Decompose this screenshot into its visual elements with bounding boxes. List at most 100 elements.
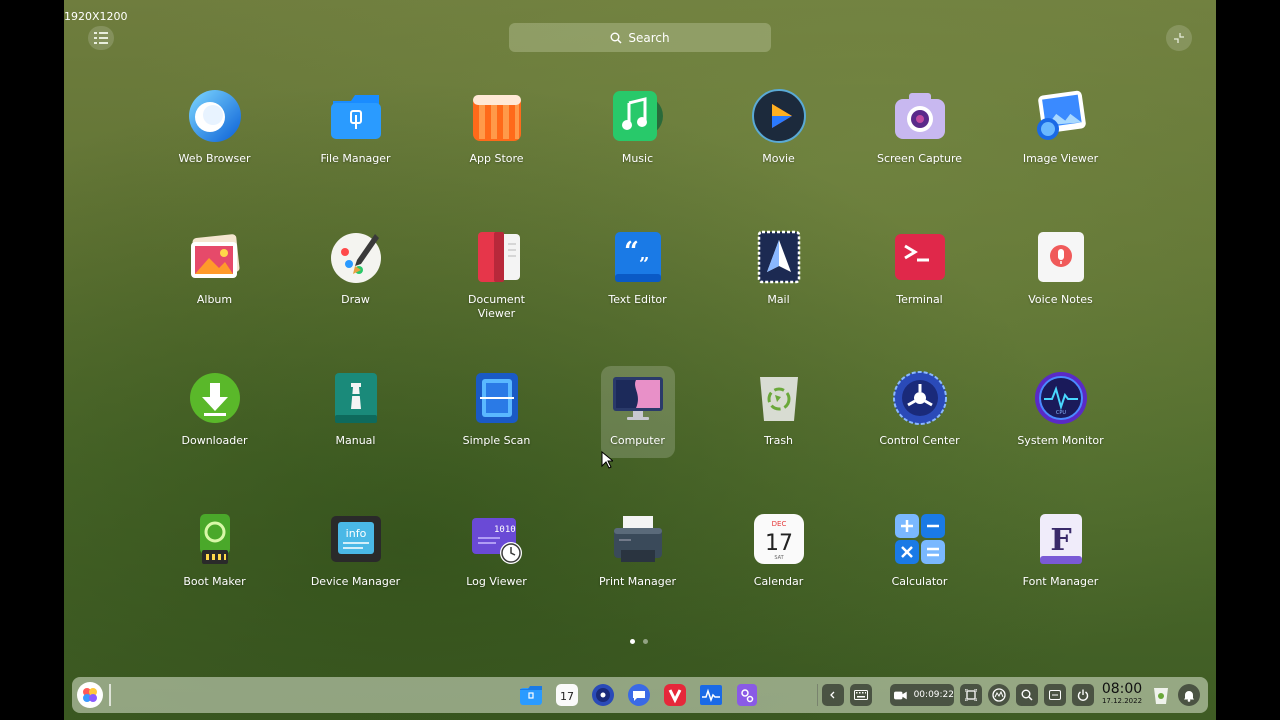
app-font-manager[interactable]: F Font Manager [990, 505, 1131, 646]
control-center-icon [892, 370, 948, 426]
page-dot-1[interactable] [630, 639, 635, 644]
search-box[interactable]: Search [509, 23, 771, 52]
draw-icon [328, 229, 384, 285]
recording-time: 00:09:22 [913, 690, 954, 700]
notification-button[interactable] [1178, 684, 1200, 706]
screenshot-button[interactable] [960, 684, 982, 706]
app-label: Downloader [181, 434, 248, 447]
app-image-viewer[interactable]: Image Viewer [990, 82, 1131, 223]
collapse-tray-button[interactable] [822, 684, 844, 706]
launcher-button[interactable] [77, 682, 103, 708]
system-monitor-icon: CPU [1033, 370, 1089, 426]
launcher-icon [83, 688, 97, 702]
downloader-icon [187, 370, 243, 426]
screen-capture-icon [892, 88, 948, 144]
collapse-icon [1174, 33, 1184, 43]
app-terminal[interactable]: Terminal [849, 223, 990, 364]
simple-scan-icon [469, 370, 525, 426]
app-document-viewer[interactable]: Document Viewer [426, 223, 567, 364]
app-file-manager[interactable]: File Manager [285, 82, 426, 223]
dock-settings[interactable] [734, 682, 760, 708]
print-manager-icon [610, 511, 666, 567]
app-simple-scan[interactable]: Simple Scan [426, 364, 567, 505]
app-app-store[interactable]: App Store [426, 82, 567, 223]
power-icon [1077, 689, 1089, 701]
music-icon [610, 88, 666, 144]
dock-control-center[interactable] [590, 682, 616, 708]
multitask-icon [1049, 690, 1061, 700]
vivaldi-icon [664, 684, 686, 706]
datetime-widget[interactable]: 08:00 17.12.2022 [1098, 682, 1146, 706]
app-screen-capture[interactable]: Screen Capture [849, 82, 990, 223]
file-manager-icon [328, 88, 384, 144]
app-web-browser[interactable]: Web Browser [144, 82, 285, 223]
app-voice-notes[interactable]: Voice Notes [990, 223, 1131, 364]
system-monitor-icon [700, 685, 722, 705]
app-music[interactable]: Music [567, 82, 708, 223]
app-calendar[interactable]: DEC 17 SAT Calendar [708, 505, 849, 646]
screenshot-icon [965, 689, 977, 701]
svg-text:”: ” [639, 254, 649, 275]
dock-system-monitor[interactable] [698, 682, 724, 708]
app-computer[interactable]: Computer [567, 364, 708, 505]
app-device-manager[interactable]: info Device Manager [285, 505, 426, 646]
dock-calendar[interactable]: 17 [554, 682, 580, 708]
app-system-monitor[interactable]: CPU System Monitor [990, 364, 1131, 505]
keyboard-button[interactable] [850, 684, 872, 706]
app-control-center[interactable]: Control Center [849, 364, 990, 505]
app-mail[interactable]: Mail [708, 223, 849, 364]
app-movie[interactable]: Movie [708, 82, 849, 223]
app-grid: Web Browser File Manager App Store Music… [144, 82, 1131, 646]
resolution-label: 1920X1200 [64, 10, 128, 23]
app-label: Calculator [891, 575, 948, 588]
app-downloader[interactable]: Downloader [144, 364, 285, 505]
control-center-icon [592, 684, 614, 706]
taskbar-separator [817, 684, 818, 706]
launcher-fullscreen: 1920X1200 Search Web Browser File Manage… [64, 0, 1216, 720]
app-label: Print Manager [598, 575, 677, 588]
screen-recording-indicator[interactable]: 00:09:22 [890, 684, 954, 706]
app-album[interactable]: Album [144, 223, 285, 364]
app-label: Trash [763, 434, 794, 447]
grand-search-button[interactable] [988, 684, 1010, 706]
dock-vivaldi[interactable] [662, 682, 688, 708]
app-text-editor[interactable]: “” Text Editor [567, 223, 708, 364]
trash-icon [751, 370, 807, 426]
app-label: Music [621, 152, 654, 165]
trash-tray-button[interactable] [1150, 682, 1172, 708]
app-label: Image Viewer [1022, 152, 1099, 165]
exit-fullscreen-button[interactable] [1166, 25, 1192, 51]
app-log-viewer[interactable]: 1010 Log Viewer [426, 505, 567, 646]
app-label: System Monitor [1017, 434, 1104, 447]
computer-icon [610, 370, 666, 426]
app-label: Movie [762, 152, 795, 165]
svg-text:SAT: SAT [774, 555, 784, 561]
mouse-cursor-icon [601, 451, 613, 469]
svg-text:17: 17 [765, 531, 793, 556]
clock-date: 17.12.2022 [1101, 697, 1143, 705]
document-viewer-icon [469, 229, 525, 285]
page-dot-2[interactable] [643, 639, 648, 644]
dock-chat[interactable] [626, 682, 652, 708]
app-label: Computer [610, 434, 665, 447]
search-tray-button[interactable] [1016, 684, 1038, 706]
search-label: Search [628, 30, 670, 45]
text-editor-icon: “” [610, 229, 666, 285]
category-view-button[interactable] [88, 26, 114, 50]
app-trash[interactable]: Trash [708, 364, 849, 505]
app-calculator[interactable]: Calculator [849, 505, 990, 646]
app-print-manager[interactable]: Print Manager [567, 505, 708, 646]
log-viewer-icon: 1010 [469, 511, 525, 567]
app-label: Text Editor [608, 293, 667, 306]
dock-file-manager[interactable] [518, 682, 544, 708]
app-label: Mail [767, 293, 790, 306]
multitasking-button[interactable] [1044, 684, 1066, 706]
clock-time: 08:00 [1101, 681, 1143, 697]
app-draw[interactable]: Draw [285, 223, 426, 364]
video-camera-icon [894, 691, 907, 699]
power-button[interactable] [1072, 684, 1094, 706]
trash-icon [1154, 688, 1168, 704]
app-boot-maker[interactable]: Boot Maker [144, 505, 285, 646]
svg-text:CPU: CPU [1055, 410, 1066, 416]
app-manual[interactable]: Manual [285, 364, 426, 505]
